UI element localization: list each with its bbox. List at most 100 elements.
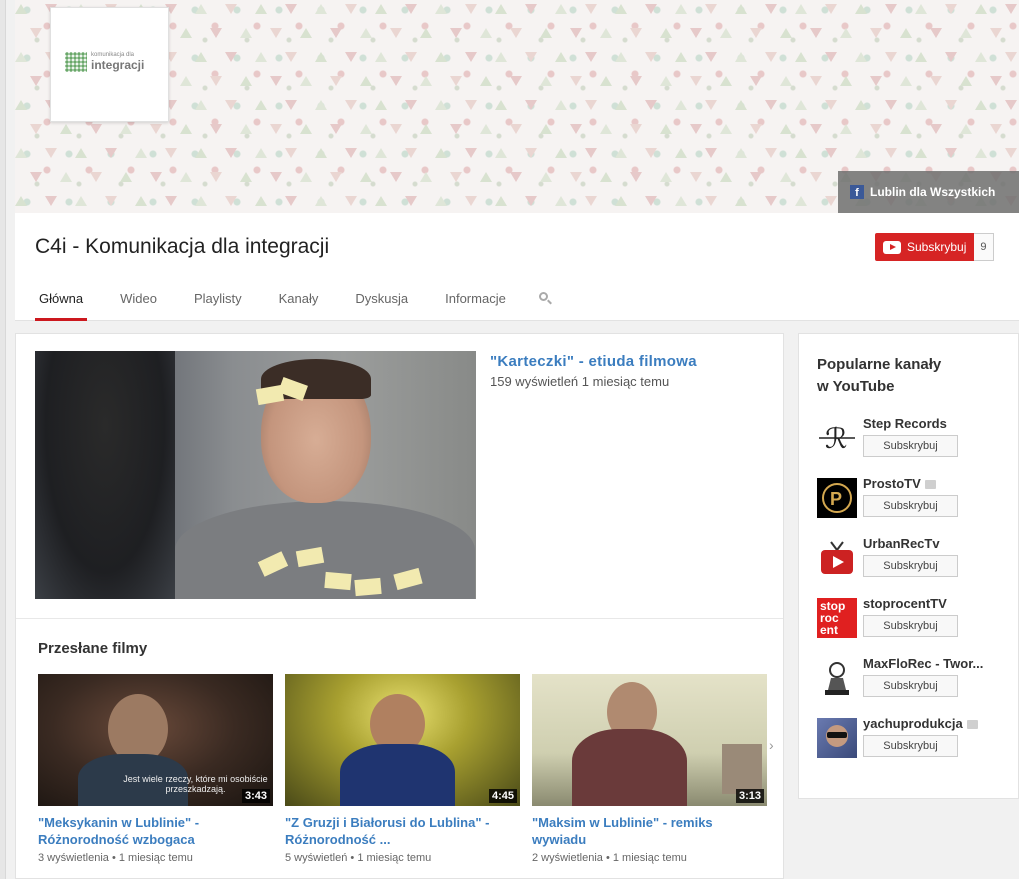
banner-pattern-triangle <box>450 172 462 182</box>
banner-pattern-triangle <box>600 124 612 134</box>
facebook-link-label: Lublin dla Wszystkich <box>870 185 996 199</box>
banner-pattern-triangle <box>285 196 297 206</box>
banner-pattern-triangle <box>195 148 207 158</box>
banner-pattern-triangle <box>330 76 342 86</box>
banner-pattern-triangle <box>735 4 747 14</box>
video-thumbnail[interactable]: 4:45 <box>285 674 520 806</box>
channel-subscribe-button[interactable]: Subskrybuj <box>863 495 958 517</box>
banner-pattern-triangle <box>495 196 507 206</box>
banner-pattern-triangle <box>690 124 702 134</box>
chevron-right-icon[interactable]: › <box>769 737 774 753</box>
channel-subscribe-button[interactable]: Subskrybuj <box>863 675 958 697</box>
banner-pattern-triangle <box>795 100 807 110</box>
maxflorec-logo-icon[interactable] <box>817 658 857 698</box>
channel-subscribe-button[interactable]: Subskrybuj <box>863 615 958 637</box>
video-thumbnail[interactable]: 3:13 <box>532 674 767 806</box>
video-title[interactable]: "Z Gruzji i Białorusi do Lublina" - Różn… <box>285 814 520 848</box>
banner-pattern-triangle <box>150 124 162 134</box>
channel-subscribe-button[interactable]: Subskrybuj <box>863 435 958 457</box>
channel-subscribe-button[interactable]: Subskrybuj <box>863 735 958 757</box>
banner-pattern-triangle <box>315 148 327 158</box>
video-card[interactable]: Jest wiele rzeczy, które mi osobiście pr… <box>38 674 273 864</box>
banner-pattern-triangle <box>225 196 237 206</box>
banner-pattern-triangle <box>555 4 567 14</box>
video-title[interactable]: "Maksim w Lublinie" - remiks wywiadu <box>532 814 767 848</box>
banner-pattern-triangle <box>75 196 87 206</box>
thumbnail-books <box>722 744 762 794</box>
banner-pattern-triangle <box>825 100 837 110</box>
banner-pattern-triangle <box>360 28 372 38</box>
search-icon[interactable] <box>538 292 553 306</box>
banner-pattern-triangle <box>945 52 957 62</box>
banner-pattern-triangle <box>45 196 57 206</box>
step-records-logo-icon[interactable]: ℛ <box>817 418 857 458</box>
banner-pattern-triangle <box>720 28 732 38</box>
channel-name[interactable]: ProstoTV <box>863 476 936 491</box>
tab-videos[interactable]: Wideo <box>116 291 161 321</box>
video-title[interactable]: "Meksykanin w Lublinie" - Różnorodność w… <box>38 814 273 848</box>
facebook-link[interactable]: f Lublin dla Wszystkich <box>838 171 1019 213</box>
banner-pattern-triangle <box>675 100 687 110</box>
banner-pattern-triangle <box>300 124 312 134</box>
yachuprodukcja-avatar[interactable] <box>817 718 857 758</box>
banner-pattern-triangle <box>660 172 672 182</box>
channel-name[interactable]: yachuprodukcja <box>863 716 978 731</box>
banner-pattern-triangle <box>435 52 447 62</box>
channel-subscribe-button[interactable]: Subskrybuj <box>863 555 958 577</box>
tab-playlists[interactable]: Playlisty <box>190 291 246 321</box>
banner-pattern-triangle <box>345 196 357 206</box>
tab-discussion[interactable]: Dyskusja <box>351 291 412 321</box>
banner-pattern-triangle <box>315 100 327 110</box>
banner-pattern-triangle <box>345 4 357 14</box>
banner-pattern-triangle <box>705 52 717 62</box>
banner-pattern-triangle <box>900 76 912 86</box>
banner-pattern-triangle <box>690 172 702 182</box>
banner-pattern-triangle <box>165 196 177 206</box>
featured-video-thumbnail[interactable] <box>35 351 476 599</box>
video-thumbnail[interactable]: Jest wiele rzeczy, które mi osobiście pr… <box>38 674 273 806</box>
channel-header: C4i - Komunikacja dla integracji Subskry… <box>15 213 1019 321</box>
video-duration: 3:43 <box>241 789 270 803</box>
channel-item-prostotv: P ProstoTV Subskrybuj <box>817 476 1017 528</box>
banner-pattern-triangle <box>885 52 897 62</box>
channel-name[interactable]: Step Records <box>863 416 947 431</box>
banner-pattern-triangle <box>915 148 927 158</box>
subscribe-group: Subskrybuj 9 <box>875 233 994 261</box>
channel-name[interactable]: stoprocentTV <box>863 596 947 611</box>
channel-name[interactable]: UrbanRecTv <box>863 536 940 551</box>
banner-pattern-triangle <box>615 196 627 206</box>
prostotv-logo-icon[interactable]: P <box>817 478 857 518</box>
tab-about[interactable]: Informacje <box>441 291 510 321</box>
banner-pattern-triangle <box>345 100 357 110</box>
banner-pattern-triangle <box>465 196 477 206</box>
banner-pattern-triangle <box>705 4 717 14</box>
stoprocenttv-logo-icon[interactable]: stop roc ent <box>817 598 857 638</box>
channel-name[interactable]: MaxFloRec - Twor... <box>863 656 983 671</box>
banner-pattern-triangle <box>645 196 657 206</box>
video-card[interactable]: 3:13 "Maksim w Lublinie" - remiks wywiad… <box>532 674 767 864</box>
uploads-section-title[interactable]: Przesłane filmy <box>38 640 147 657</box>
banner-pattern-triangle <box>255 196 267 206</box>
tab-home[interactable]: Główna <box>35 291 88 321</box>
channel-item-step-records: ℛ Step Records Subskrybuj <box>817 416 1017 468</box>
banner-pattern-triangle <box>255 52 267 62</box>
banner-pattern-triangle <box>885 148 897 158</box>
main-content: "Karteczki" - etiuda filmowa 159 wyświet… <box>15 333 784 879</box>
tab-channels[interactable]: Kanały <box>275 291 323 321</box>
banner-pattern-triangle <box>240 76 252 86</box>
banner-pattern-triangle <box>225 148 237 158</box>
banner-pattern-triangle <box>630 28 642 38</box>
banner-pattern-triangle <box>480 124 492 134</box>
urbanrectv-logo-icon[interactable] <box>817 538 857 578</box>
banner-pattern-triangle <box>510 124 522 134</box>
banner-pattern-triangle <box>390 76 402 86</box>
banner-pattern-triangle <box>285 4 297 14</box>
banner-pattern-triangle <box>495 52 507 62</box>
banner-pattern-triangle <box>810 76 822 86</box>
channel-logo[interactable]: komunikacja dla integracji <box>50 7 169 122</box>
subscribe-button[interactable]: Subskrybuj <box>875 233 975 261</box>
section-divider <box>16 618 783 619</box>
featured-video-title[interactable]: "Karteczki" - etiuda filmowa <box>490 353 697 370</box>
video-card[interactable]: 4:45 "Z Gruzji i Białorusi do Lublina" -… <box>285 674 520 864</box>
banner-pattern-triangle <box>15 4 27 14</box>
